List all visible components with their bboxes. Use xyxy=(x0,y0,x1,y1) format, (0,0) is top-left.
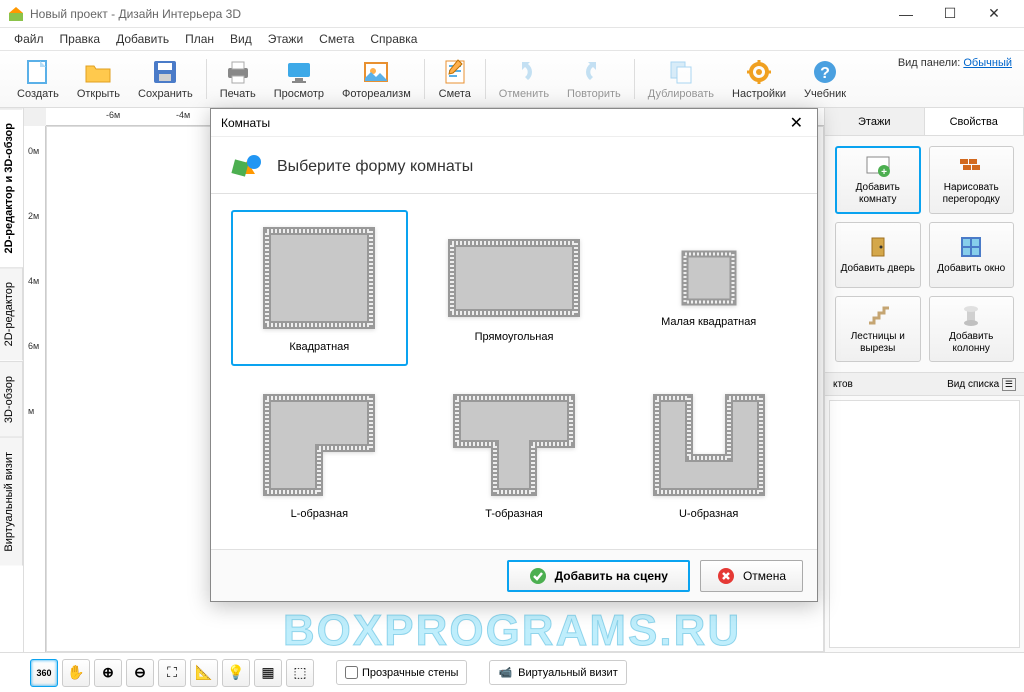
add-column-button[interactable]: Добавить колонну xyxy=(929,296,1015,362)
save-button[interactable]: Сохранить xyxy=(129,54,202,104)
measure-button[interactable]: 📐 xyxy=(190,659,218,687)
tab-2d-editor[interactable]: 2D-редактор xyxy=(0,267,23,360)
menu-edit[interactable]: Правка xyxy=(52,30,109,48)
shape-u[interactable]: U-образная xyxy=(620,378,797,534)
zoom-out-button[interactable]: ⊖ xyxy=(126,659,154,687)
tab-3d-view[interactable]: 3D-обзор xyxy=(0,361,23,437)
menu-file[interactable]: Файл xyxy=(6,30,52,48)
object-list[interactable] xyxy=(829,400,1020,648)
dialog-close-button[interactable]: ✕ xyxy=(786,113,807,133)
add-door-button[interactable]: Добавить дверь xyxy=(835,222,921,288)
right-panel: Этажи Свойства +Добавить комнату Нарисов… xyxy=(824,108,1024,652)
estimate-button[interactable]: Смета xyxy=(429,54,481,104)
shape-small-square[interactable]: Малая квадратная xyxy=(620,210,797,366)
transparent-walls-checkbox[interactable]: Прозрачные стены xyxy=(336,660,467,685)
shape-l[interactable]: L-образная xyxy=(231,378,408,534)
list-view-icon[interactable]: ☰ xyxy=(1002,378,1016,391)
duplicate-button[interactable]: Дублировать xyxy=(639,54,723,104)
create-button[interactable]: Создать xyxy=(8,54,68,104)
settings-button[interactable]: Настройки xyxy=(723,54,795,104)
menu-help[interactable]: Справка xyxy=(362,30,425,48)
virtual-visit-button[interactable]: 📹 Виртуальный визит xyxy=(489,660,626,685)
menu-estimate[interactable]: Смета xyxy=(311,30,362,48)
tool-button[interactable]: ⬚ xyxy=(286,659,314,687)
svg-text:+: + xyxy=(881,167,887,178)
svg-text:?: ? xyxy=(820,65,830,82)
shape-square[interactable]: Квадратная xyxy=(231,210,408,366)
tutorial-button[interactable]: ?Учебник xyxy=(795,54,855,104)
dialog-title: Выберите форму комнаты xyxy=(211,137,817,194)
undo-button[interactable]: Отменить xyxy=(490,54,558,104)
cancel-button[interactable]: Отмена xyxy=(700,560,803,592)
minimize-button[interactable]: — xyxy=(884,0,928,28)
add-room-button[interactable]: +Добавить комнату xyxy=(835,146,921,214)
view-360-button[interactable]: 360 xyxy=(30,659,58,687)
photoreal-button[interactable]: Фотореализм xyxy=(333,54,420,104)
shape-t[interactable]: T-образная xyxy=(426,378,603,534)
dialog-icon xyxy=(229,149,265,185)
draw-wall-button[interactable]: Нарисовать перегородку xyxy=(929,146,1015,214)
menu-view[interactable]: Вид xyxy=(222,30,260,48)
menu-plan[interactable]: План xyxy=(177,30,222,48)
ruler-vertical: 0м 2м 4м 6м м xyxy=(24,126,46,652)
pan-button[interactable]: ✋ xyxy=(62,659,90,687)
add-to-scene-button[interactable]: Добавить на сцену xyxy=(507,560,690,592)
menu-floors[interactable]: Этажи xyxy=(260,30,311,48)
tab-virtual-visit[interactable]: Виртуальный визит xyxy=(0,437,23,566)
print-button[interactable]: Печать xyxy=(211,54,265,104)
shape-rectangle[interactable]: Прямоугольная xyxy=(426,210,603,366)
panel-mode: Вид панели: Обычный xyxy=(898,57,1012,69)
main-toolbar: Создать Открыть Сохранить Печать Просмот… xyxy=(0,50,1024,108)
app-icon xyxy=(8,6,24,22)
add-window-button[interactable]: Добавить окно xyxy=(929,222,1015,288)
menu-bar: Файл Правка Добавить План Вид Этажи Смет… xyxy=(0,28,1024,50)
light-button[interactable]: 💡 xyxy=(222,659,250,687)
maximize-button[interactable]: ☐ xyxy=(928,0,972,28)
open-button[interactable]: Открыть xyxy=(68,54,129,104)
menu-add[interactable]: Добавить xyxy=(108,30,177,48)
redo-button[interactable]: Повторить xyxy=(558,54,630,104)
bottom-toolbar: 360 ✋ ⊕ ⊖ ⛶ 📐 💡 ▦ ⬚ Прозрачные стены 📹 В… xyxy=(0,652,1024,692)
tab-properties[interactable]: Свойства xyxy=(925,108,1024,135)
stairs-button[interactable]: Лестницы и вырезы xyxy=(835,296,921,362)
left-tabs: 2D-редактор и 3D-обзор 2D-редактор 3D-об… xyxy=(0,108,24,652)
list-header: ктов Вид списка ☰ xyxy=(825,372,1024,396)
title-bar: Новый проект - Дизайн Интерьера 3D — ☐ ✕ xyxy=(0,0,1024,28)
tab-2d-3d-combined[interactable]: 2D-редактор и 3D-обзор xyxy=(0,108,23,267)
preview-button[interactable]: Просмотр xyxy=(265,54,333,104)
window-title: Новый проект - Дизайн Интерьера 3D xyxy=(30,7,884,21)
zoom-fit-button[interactable]: ⛶ xyxy=(158,659,186,687)
dialog-header: Комнаты ✕ xyxy=(211,109,817,137)
panel-mode-link[interactable]: Обычный xyxy=(963,57,1012,69)
close-button[interactable]: ✕ xyxy=(972,0,1016,28)
rooms-dialog: Комнаты ✕ Выберите форму комнаты Квадрат… xyxy=(210,108,818,602)
tab-floors[interactable]: Этажи xyxy=(825,108,925,135)
zoom-in-button[interactable]: ⊕ xyxy=(94,659,122,687)
dialog-footer: Добавить на сцену Отмена xyxy=(211,549,817,601)
grid-button[interactable]: ▦ xyxy=(254,659,282,687)
